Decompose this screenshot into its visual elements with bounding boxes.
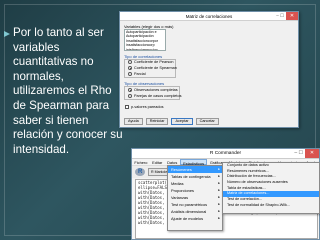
menu-item-label: Ajuste de modelos	[171, 216, 204, 221]
menu-item-resumenes[interactable]: Resúmenes ▸	[168, 166, 222, 173]
submenu-arrow-icon: ▸	[218, 195, 220, 199]
resumenes-submenu: Conjunto de datos activo Resúmenes numér…	[222, 162, 320, 214]
radio-label: Observaciones completas	[134, 88, 178, 92]
estadisticos-dropdown-menu: Resúmenes ▸ Tablas de contingencia ▸ Med…	[167, 165, 223, 231]
radio-spearman[interactable]: Coeficiente de Spearman	[128, 66, 177, 70]
menu-editar[interactable]: Editar	[150, 159, 165, 165]
menu-item-label: Análisis dimensional	[171, 209, 207, 214]
radio-pearson[interactable]: Coeficiente de Pearson	[128, 60, 173, 64]
rcmdr-minimize-maximize-icons[interactable]: – ☐	[294, 150, 303, 156]
menu-item-label: Resúmenes	[171, 167, 192, 172]
menu-item-medias[interactable]: Medias ▸	[168, 180, 222, 187]
r-logo-icon	[135, 168, 145, 176]
ok-button[interactable]: Aceptar	[171, 118, 193, 125]
checkbox-label: p-valores pareados	[131, 105, 164, 109]
dialog-minimize-maximize-icons[interactable]: – ☐	[276, 13, 284, 19]
variable-item[interactable]: inteligenciaemocion	[125, 48, 165, 50]
script-line: with(Datos, shapiro.test(peso))	[138, 220, 213, 225]
reset-button[interactable]: Reiniciar	[145, 118, 169, 125]
submenu-arrow-icon: ▸	[218, 181, 220, 185]
menu-item-label: Medias	[171, 181, 184, 186]
menu-item-ajuste-modelos[interactable]: Ajuste de modelos ▸	[168, 215, 222, 222]
radio-button-icon[interactable]	[128, 60, 132, 64]
radio-button-icon[interactable]	[128, 72, 132, 76]
submenu-arrow-icon: ▸	[218, 174, 220, 178]
menu-item-label: Test no paramétricos	[171, 202, 208, 207]
pvalues-checkbox-row[interactable]: p-valores pareados	[125, 105, 164, 109]
radio-pairwise-complete[interactable]: Parejas de casos completos	[128, 94, 182, 98]
menu-item-label: Varianzas	[171, 195, 189, 200]
menu-item-test-no-parametricos[interactable]: Test no paramétricos ▸	[168, 201, 222, 208]
radio-label: Parcial	[134, 72, 146, 76]
rcmdr-close-icon[interactable]: ✕	[305, 149, 319, 158]
cancel-button[interactable]: Cancelar	[195, 118, 219, 125]
radio-button-selected-icon[interactable]	[128, 88, 132, 92]
menu-item-proporciones[interactable]: Proporciones ▸	[168, 187, 222, 194]
radio-label: Parejas de casos completos	[134, 94, 182, 98]
checkbox-icon[interactable]	[125, 105, 129, 109]
help-button[interactable]: Ayuda	[124, 118, 143, 125]
correlation-matrix-dialog: Matriz de correlaciones – ☐ ✕ Variables …	[119, 11, 299, 128]
submenu-arrow-icon: ▸	[218, 202, 220, 206]
dialog-title: Matriz de correlaciones	[185, 14, 233, 19]
dialog-close-icon[interactable]: ✕	[286, 12, 298, 20]
dialog-button-bar: Ayuda Reiniciar Aceptar Cancelar	[124, 118, 219, 125]
submenu-arrow-icon: ▸	[218, 167, 220, 171]
submenu-arrow-icon: ▸	[218, 216, 220, 220]
radio-partial[interactable]: Parcial	[128, 72, 146, 76]
submenu-item-shapiro-wilk[interactable]: Test de normalidad de Shapiro-Wilk...	[223, 203, 319, 209]
submenu-arrow-icon: ▸	[218, 188, 220, 192]
rcmdr-titlebar: R Commander – ☐ ✕	[132, 149, 319, 159]
slide-bullet-text: Por lo tanto al ser variables cuantitati…	[13, 26, 123, 156]
dialog-titlebar: Matriz de correlaciones – ☐ ✕	[120, 12, 298, 21]
menu-item-varianzas[interactable]: Varianzas ▸	[168, 194, 222, 201]
menu-item-label: Proporciones	[171, 188, 194, 193]
menu-item-analisis-dimensional[interactable]: Análisis dimensional ▸	[168, 208, 222, 215]
menu-item-label: Tablas de contingencia	[171, 174, 211, 179]
rcmdr-title: R Commander	[209, 151, 242, 156]
radio-button-selected-icon[interactable]	[128, 66, 132, 70]
submenu-arrow-icon: ▸	[218, 209, 220, 213]
menu-fichero[interactable]: Fichero	[132, 159, 150, 165]
radio-label: Coeficiente de Spearman	[134, 66, 177, 70]
menu-item-tablas-contingencia[interactable]: Tablas de contingencia ▸	[168, 173, 222, 180]
radio-label: Coeficiente de Pearson	[134, 60, 174, 64]
variables-listbox[interactable]: Autoparticipación e Autoparticipación In…	[124, 29, 166, 51]
radio-complete-observations[interactable]: Observaciones completas	[128, 88, 178, 92]
radio-button-icon[interactable]	[128, 94, 132, 98]
